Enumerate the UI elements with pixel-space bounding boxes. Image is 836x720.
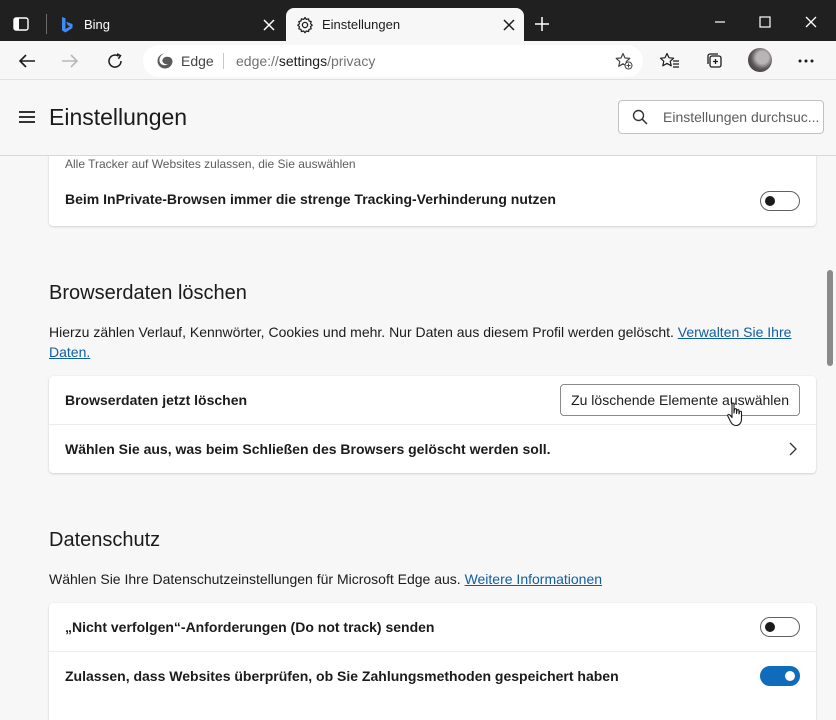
url-text[interactable]: edge://settings/privacy [236,53,375,69]
menu-icon[interactable] [19,111,37,125]
clear-on-close-row[interactable]: Wählen Sie aus, was beim Schließen des B… [49,425,816,473]
inprivate-label: Beim InPrivate-Browsen immer die strenge… [65,191,556,207]
refresh-icon[interactable] [103,49,127,73]
tracking-subtext-row: Alle Tracker auf Websites zulassen, die … [49,156,816,176]
hand-cursor-icon [726,402,746,428]
tracking-card: Alle Tracker auf Websites zulassen, die … [49,156,816,226]
edge-icon [156,52,174,70]
more-options-icon[interactable] [794,49,818,73]
gear-icon [296,16,314,34]
tracking-subtext: Alle Tracker auf Websites zulassen, die … [65,157,356,171]
privacy-card: „Nicht verfolgen“-Anforderungen (Do not … [49,603,816,720]
tab-separator [46,14,47,34]
collections-icon[interactable] [703,49,727,73]
page-title: Einstellungen [49,104,188,130]
clear-data-heading: Browserdaten löschen [49,282,247,304]
tab-bing[interactable]: Bing [48,8,284,41]
clear-now-label: Browserdaten jetzt löschen [65,392,248,408]
do-not-track-row: „Nicht verfolgen“-Anforderungen (Do not … [49,603,816,651]
inprivate-toggle[interactable] [760,191,800,211]
forward-arrow-icon[interactable] [58,49,82,73]
close-tab-icon[interactable] [260,16,278,34]
bing-icon [58,16,76,34]
add-favorite-icon[interactable] [615,52,633,70]
settings-header: Einstellungen Einstellungen durchsuc... [0,80,836,156]
payment-methods-label: Zulassen, dass Websites überprüfen, ob S… [65,668,619,684]
more-info-link[interactable]: Weitere Informationen [465,571,602,587]
tab-title: Bing [84,17,111,32]
clear-data-description: Hierzu zählen Verlauf, Kennwörter, Cooki… [49,324,792,360]
inprivate-row: Beim InPrivate-Browsen immer die strenge… [49,176,816,226]
new-tab-icon[interactable] [532,14,552,34]
privacy-heading: Datenschutz [49,529,161,551]
tab-strip: Bing Einstellungen [0,0,836,41]
favorites-icon[interactable] [658,49,682,73]
back-arrow-icon[interactable] [15,49,39,73]
chevron-right-icon [788,442,798,456]
clear-on-close-label: Wählen Sie aus, was beim Schließen des B… [65,441,551,457]
scrollbar-thumb[interactable] [827,270,833,366]
close-window-icon[interactable] [799,12,823,32]
site-identity-label: Edge [181,53,214,69]
clear-now-row: Browserdaten jetzt löschen Zu löschende … [49,376,816,424]
profile-avatar[interactable] [748,48,772,72]
tab-title: Einstellungen [322,17,401,32]
settings-content: Alle Tracker auf Websites zulassen, die … [0,156,836,720]
privacy-description: Wählen Sie Ihre Datenschutzeinstellungen… [49,571,603,587]
do-not-track-label: „Nicht verfolgen“-Anforderungen (Do not … [65,619,435,635]
do-not-track-toggle[interactable] [760,617,800,637]
content-scrollbar[interactable] [824,156,836,720]
tab-actions-icon[interactable] [12,15,30,33]
navigation-toolbar: Edge edge://settings/privacy [0,41,836,80]
tab-settings[interactable]: Einstellungen [286,8,524,41]
clear-data-card: Browserdaten jetzt löschen Zu löschende … [49,376,816,473]
search-icon [632,109,648,125]
address-bar[interactable]: Edge edge://settings/privacy [143,45,643,77]
maximize-icon[interactable] [753,12,777,32]
address-separator [223,53,224,69]
payment-methods-row: Zulassen, dass Websites überprüfen, ob S… [49,652,816,700]
payment-methods-toggle[interactable] [760,666,800,686]
close-tab-icon[interactable] [500,16,518,34]
choose-what-to-clear-button[interactable]: Zu löschende Elemente auswählen [560,384,800,416]
minimize-icon[interactable] [708,12,732,32]
search-placeholder: Einstellungen durchsuc... [663,109,819,125]
settings-search-input[interactable]: Einstellungen durchsuc... [618,100,824,134]
